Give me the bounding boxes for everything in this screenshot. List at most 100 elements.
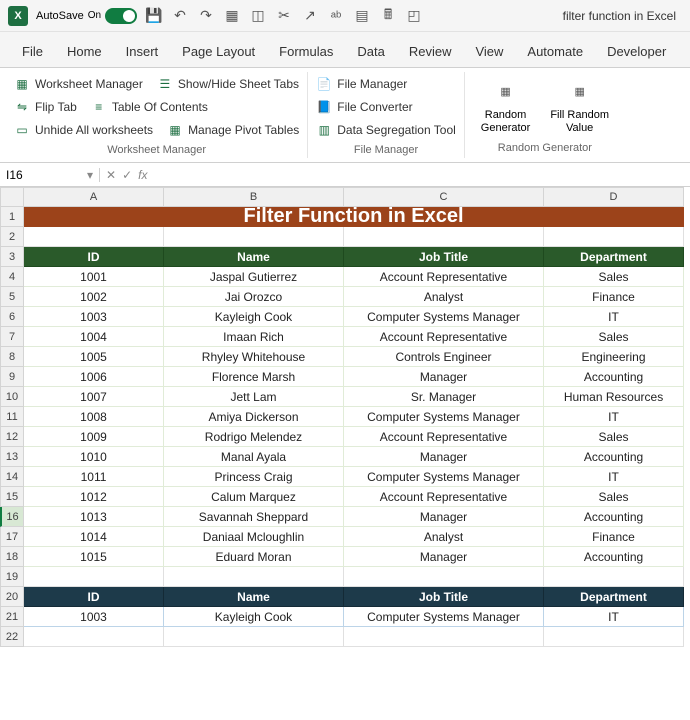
- cell[interactable]: Sales: [544, 487, 684, 507]
- cell[interactable]: [544, 567, 684, 587]
- cell[interactable]: 1005: [24, 347, 164, 367]
- cmd-file-manager[interactable]: 📄File Manager: [316, 74, 456, 94]
- tab-insert[interactable]: Insert: [114, 38, 171, 67]
- tab-view[interactable]: View: [463, 38, 515, 67]
- row-header-19[interactable]: 19: [0, 567, 24, 587]
- cell[interactable]: Savannah Sheppard: [164, 507, 344, 527]
- cmd-toc[interactable]: ≡Table Of Contents: [91, 97, 208, 117]
- cell[interactable]: Account Representative: [344, 267, 544, 287]
- cell[interactable]: Accounting: [544, 447, 684, 467]
- cell[interactable]: Imaan Rich: [164, 327, 344, 347]
- chevron-down-icon[interactable]: ▾: [87, 168, 93, 182]
- cell[interactable]: Computer Systems Manager: [344, 407, 544, 427]
- row-header-7[interactable]: 7: [0, 327, 24, 347]
- cell[interactable]: 1010: [24, 447, 164, 467]
- fx-icon[interactable]: fx: [138, 168, 147, 182]
- cell[interactable]: 1003: [24, 607, 164, 627]
- row-header-18[interactable]: 18: [0, 547, 24, 567]
- qat-icon-2[interactable]: ◫: [249, 7, 267, 25]
- row-header-3[interactable]: 3: [0, 247, 24, 267]
- cell[interactable]: Computer Systems Manager: [344, 607, 544, 627]
- cell[interactable]: [24, 227, 164, 247]
- cell[interactable]: Human Resources: [544, 387, 684, 407]
- cell[interactable]: Account Representative: [344, 487, 544, 507]
- row-header-9[interactable]: 9: [0, 367, 24, 387]
- cell[interactable]: Jaspal Gutierrez: [164, 267, 344, 287]
- cell[interactable]: Manager: [344, 507, 544, 527]
- row-header-13[interactable]: 13: [0, 447, 24, 467]
- row-header-1[interactable]: 1: [0, 207, 24, 227]
- cell[interactable]: Eduard Moran: [164, 547, 344, 567]
- cmd-fill-random-value[interactable]: ▦ Fill Random Value: [542, 74, 617, 138]
- cell[interactable]: Manager: [344, 447, 544, 467]
- cell[interactable]: Accounting: [544, 507, 684, 527]
- cell[interactable]: 1004: [24, 327, 164, 347]
- cell[interactable]: 1002: [24, 287, 164, 307]
- cmd-random-generator[interactable]: ▦ Random Generator: [473, 74, 539, 138]
- cell[interactable]: IT: [544, 607, 684, 627]
- cell[interactable]: Kayleigh Cook: [164, 607, 344, 627]
- row-header-17[interactable]: 17: [0, 527, 24, 547]
- cell[interactable]: 1008: [24, 407, 164, 427]
- qat-icon-4[interactable]: ᵃᵇ: [327, 7, 345, 25]
- cell[interactable]: [24, 567, 164, 587]
- row-header-2[interactable]: 2: [0, 227, 24, 247]
- cell[interactable]: Account Representative: [344, 427, 544, 447]
- cell[interactable]: ID: [24, 247, 164, 267]
- cell[interactable]: Rodrigo Melendez: [164, 427, 344, 447]
- cell[interactable]: Account Representative: [344, 327, 544, 347]
- cell[interactable]: Sr. Manager: [344, 387, 544, 407]
- cell[interactable]: Finance: [544, 527, 684, 547]
- cell[interactable]: Name: [164, 587, 344, 607]
- tab-file[interactable]: File: [10, 38, 55, 67]
- cell[interactable]: [544, 627, 684, 647]
- row-header-6[interactable]: 6: [0, 307, 24, 327]
- cell[interactable]: Job Title: [344, 247, 544, 267]
- save-icon[interactable]: 💾: [145, 7, 163, 25]
- cell[interactable]: 1006: [24, 367, 164, 387]
- cancel-icon[interactable]: ✕: [106, 168, 116, 182]
- cell[interactable]: 1013: [24, 507, 164, 527]
- cell[interactable]: 1011: [24, 467, 164, 487]
- cell[interactable]: Job Title: [344, 587, 544, 607]
- cell[interactable]: Sales: [544, 267, 684, 287]
- cmd-pivot[interactable]: ▦Manage Pivot Tables: [167, 120, 299, 140]
- cmd-file-converter[interactable]: 📘File Converter: [316, 97, 456, 117]
- cell[interactable]: Accounting: [544, 547, 684, 567]
- qat-icon-1[interactable]: ▦: [223, 7, 241, 25]
- cell[interactable]: IT: [544, 407, 684, 427]
- cell[interactable]: [164, 227, 344, 247]
- row-header-22[interactable]: 22: [0, 627, 24, 647]
- cell[interactable]: Department: [544, 587, 684, 607]
- calc-icon[interactable]: 🖩: [379, 7, 397, 25]
- row-header-10[interactable]: 10: [0, 387, 24, 407]
- row-header-8[interactable]: 8: [0, 347, 24, 367]
- confirm-icon[interactable]: ✓: [122, 168, 132, 182]
- tab-home[interactable]: Home: [55, 38, 114, 67]
- cell[interactable]: Analyst: [344, 287, 544, 307]
- tab-data[interactable]: Data: [345, 38, 396, 67]
- cell[interactable]: [164, 627, 344, 647]
- cell[interactable]: Jett Lam: [164, 387, 344, 407]
- cell[interactable]: Daniaal Mcloughlin: [164, 527, 344, 547]
- row-header-4[interactable]: 4: [0, 267, 24, 287]
- row-header-5[interactable]: 5: [0, 287, 24, 307]
- cell[interactable]: 1007: [24, 387, 164, 407]
- col-header-C[interactable]: C: [344, 187, 544, 207]
- cmd-show-hide-tabs[interactable]: ☰Show/Hide Sheet Tabs: [157, 74, 299, 94]
- row-header-20[interactable]: 20: [0, 587, 24, 607]
- cell[interactable]: 1015: [24, 547, 164, 567]
- cell[interactable]: Calum Marquez: [164, 487, 344, 507]
- cell[interactable]: Finance: [544, 287, 684, 307]
- tab-developer[interactable]: Developer: [595, 38, 678, 67]
- cell[interactable]: Accounting: [544, 367, 684, 387]
- qat-icon-6[interactable]: ◰: [405, 7, 423, 25]
- cell[interactable]: Sales: [544, 427, 684, 447]
- redo-icon[interactable]: ↷: [197, 7, 215, 25]
- cell[interactable]: ID: [24, 587, 164, 607]
- row-header-21[interactable]: 21: [0, 607, 24, 627]
- name-box[interactable]: I16 ▾: [0, 168, 100, 182]
- cell[interactable]: 1003: [24, 307, 164, 327]
- cell[interactable]: IT: [544, 307, 684, 327]
- cell[interactable]: 1009: [24, 427, 164, 447]
